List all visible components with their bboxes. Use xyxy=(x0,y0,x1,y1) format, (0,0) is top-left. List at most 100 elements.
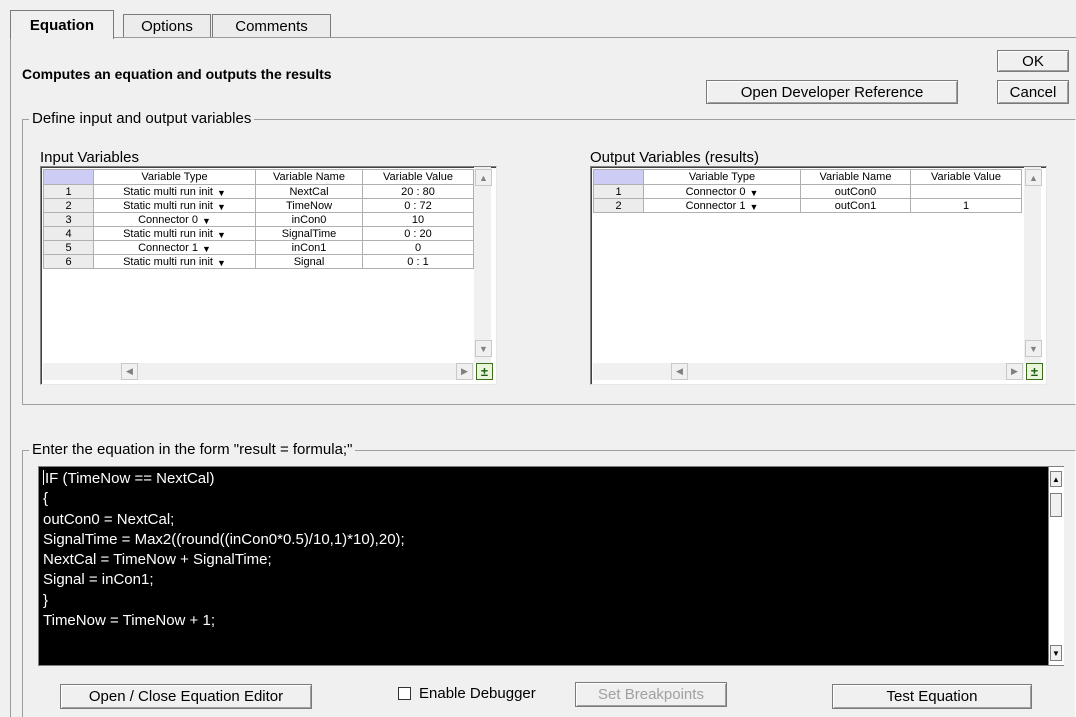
table-row[interactable]: 1 Static multi run init ▼ NextCal 20 : 80 xyxy=(43,184,474,199)
row-number-text: 2 xyxy=(65,199,72,212)
variable-type-cell[interactable]: Connector 1 ▼ xyxy=(643,198,801,213)
variable-value-cell-text: 1 xyxy=(962,199,970,212)
scroll-left-icon[interactable]: ◀ xyxy=(671,363,688,380)
ok-button[interactable]: OK xyxy=(997,50,1069,72)
chevron-down-icon[interactable]: ▼ xyxy=(202,244,211,254)
chevron-down-icon[interactable]: ▼ xyxy=(750,188,759,198)
input-vertical-scrollbar[interactable]: ▲ ▼ xyxy=(474,167,492,363)
equation-code[interactable]: IF (TimeNow == NextCal) {outCon0 = NextCa… xyxy=(43,469,405,631)
variable-type-cell[interactable]: Connector 1 ▼ xyxy=(93,240,256,255)
chevron-down-icon[interactable]: ▼ xyxy=(217,188,226,198)
variable-value-cell[interactable] xyxy=(910,184,1022,199)
chevron-down-icon[interactable]: ▼ xyxy=(217,258,226,268)
table-row[interactable]: 3 Connector 0 ▼ inCon0 10 xyxy=(43,212,474,227)
variable-value-cell[interactable]: 0 xyxy=(362,240,474,255)
variable-value-cell-text: 10 xyxy=(411,213,425,226)
scroll-right-icon[interactable]: ▶ xyxy=(1006,363,1023,380)
variable-type-cell[interactable]: Static multi run init ▼ xyxy=(93,254,256,269)
plus-minus-icon[interactable]: ± xyxy=(476,363,493,380)
code-line: outCon0 = NextCal; xyxy=(43,510,405,530)
editor-vertical-scrollbar[interactable]: ▲ ▼ xyxy=(1048,467,1064,665)
tab-equation[interactable]: Equation xyxy=(10,10,114,39)
scroll-down-icon[interactable]: ▼ xyxy=(1050,645,1062,661)
variable-type-cell-text: Connector 1 xyxy=(138,241,198,254)
input-horizontal-scrollbar[interactable]: ◀ ▶ xyxy=(43,363,474,380)
chevron-down-icon[interactable]: ▼ xyxy=(217,202,226,212)
variable-name-cell[interactable]: Signal xyxy=(255,254,363,269)
open-close-equation-editor-button[interactable]: Open / Close Equation Editor xyxy=(60,684,312,709)
scroll-down-icon[interactable]: ▼ xyxy=(475,340,492,357)
variable-name-cell[interactable]: NextCal xyxy=(255,184,363,199)
tab-divider xyxy=(10,37,1076,38)
chevron-down-icon[interactable]: ▼ xyxy=(202,216,211,226)
variable-type-cell-text: Static multi run init xyxy=(123,227,213,240)
panel-border xyxy=(10,37,11,717)
code-line: } xyxy=(43,591,405,611)
variable-value-cell[interactable]: 0 : 20 xyxy=(362,226,474,241)
variable-name-cell[interactable]: SignalTime xyxy=(255,226,363,241)
variable-value-cell[interactable]: 0 : 1 xyxy=(362,254,474,269)
row-number-text: 6 xyxy=(65,255,72,268)
chevron-down-icon[interactable]: ▼ xyxy=(750,202,759,212)
table-row[interactable]: 5 Connector 1 ▼ inCon1 0 xyxy=(43,240,474,255)
row-number: 4 xyxy=(43,226,94,241)
equation-editor[interactable]: IF (TimeNow == NextCal) {outCon0 = NextCa… xyxy=(38,466,1064,666)
chevron-down-icon[interactable]: ▼ xyxy=(217,230,226,240)
code-line: Signal = inCon1; xyxy=(43,570,405,590)
variable-name-cell[interactable]: outCon0 xyxy=(800,184,911,199)
code-line: { xyxy=(43,489,405,509)
variable-name-cell[interactable]: inCon1 xyxy=(255,240,363,255)
variable-name-cell-text: outCon0 xyxy=(834,185,877,198)
scroll-thumb[interactable] xyxy=(1050,493,1062,517)
variable-value-cell[interactable]: 20 : 80 xyxy=(362,184,474,199)
plus-minus-icon[interactable]: ± xyxy=(1026,363,1043,380)
table-row[interactable]: 2 Static multi run init ▼ TimeNow 0 : 72 xyxy=(43,198,474,213)
variable-value-cell[interactable]: 10 xyxy=(362,212,474,227)
variable-name-cell-text: outCon1 xyxy=(834,199,877,212)
open-developer-reference-button[interactable]: Open Developer Reference xyxy=(706,80,958,104)
test-equation-button[interactable]: Test Equation xyxy=(832,684,1032,709)
table-row[interactable]: 1 Connector 0 ▼ outCon0 xyxy=(593,184,1022,199)
output-vertical-scrollbar[interactable]: ▲ ▼ xyxy=(1024,167,1042,363)
variable-name-cell[interactable]: TimeNow xyxy=(255,198,363,213)
variable-type-cell-text: Static multi run init xyxy=(123,255,213,268)
variable-name-cell-text: inCon1 xyxy=(291,241,327,254)
grid-corner xyxy=(593,169,644,185)
page-subtitle: Computes an equation and outputs the res… xyxy=(22,66,332,82)
tab-options[interactable]: Options xyxy=(123,14,211,38)
scroll-up-icon[interactable]: ▲ xyxy=(1050,471,1062,487)
table-row[interactable]: 4 Static multi run init ▼ SignalTime 0 : 20 xyxy=(43,226,474,241)
enable-debugger-checkbox[interactable] xyxy=(398,687,411,700)
variable-name-cell[interactable]: inCon0 xyxy=(255,212,363,227)
row-number-text: 5 xyxy=(65,241,72,254)
variable-type-cell[interactable]: Static multi run init ▼ xyxy=(93,184,256,199)
code-line-text: } xyxy=(43,591,49,609)
scroll-up-icon[interactable]: ▲ xyxy=(1025,169,1042,186)
variable-value-cell[interactable]: 0 : 72 xyxy=(362,198,474,213)
column-header: Variable Type xyxy=(643,169,801,185)
output-horizontal-scrollbar[interactable]: ◀ ▶ xyxy=(593,363,1024,380)
tab-comments[interactable]: Comments xyxy=(212,14,331,38)
variable-type-cell-text: Connector 0 xyxy=(138,213,198,226)
row-number: 6 xyxy=(43,254,94,269)
variable-type-cell[interactable]: Connector 0 ▼ xyxy=(93,212,256,227)
code-line: TimeNow = TimeNow + 1; xyxy=(43,611,405,631)
output-variables-table: Variable Type Variable Name Variable Val… xyxy=(593,169,1022,213)
variable-type-cell[interactable]: Static multi run init ▼ xyxy=(93,226,256,241)
variable-name-cell[interactable]: outCon1 xyxy=(800,198,911,213)
scroll-down-icon[interactable]: ▼ xyxy=(1025,340,1042,357)
grid-corner xyxy=(43,169,94,185)
table-row[interactable]: 6 Static multi run init ▼ Signal 0 : 1 xyxy=(43,254,474,269)
variable-type-cell-text: Static multi run init xyxy=(123,185,213,198)
variable-type-cell[interactable]: Connector 0 ▼ xyxy=(643,184,801,199)
column-header: Variable Value xyxy=(362,169,474,185)
define-variables-label: Define input and output variables xyxy=(29,110,255,127)
variable-type-cell-text: Static multi run init xyxy=(123,199,213,212)
scroll-right-icon[interactable]: ▶ xyxy=(456,363,473,380)
scroll-up-icon[interactable]: ▲ xyxy=(475,169,492,186)
variable-type-cell[interactable]: Static multi run init ▼ xyxy=(93,198,256,213)
table-row[interactable]: 2 Connector 1 ▼ outCon1 1 xyxy=(593,198,1022,213)
variable-value-cell[interactable]: 1 xyxy=(910,198,1022,213)
scroll-left-icon[interactable]: ◀ xyxy=(121,363,138,380)
cancel-button[interactable]: Cancel xyxy=(997,80,1069,104)
